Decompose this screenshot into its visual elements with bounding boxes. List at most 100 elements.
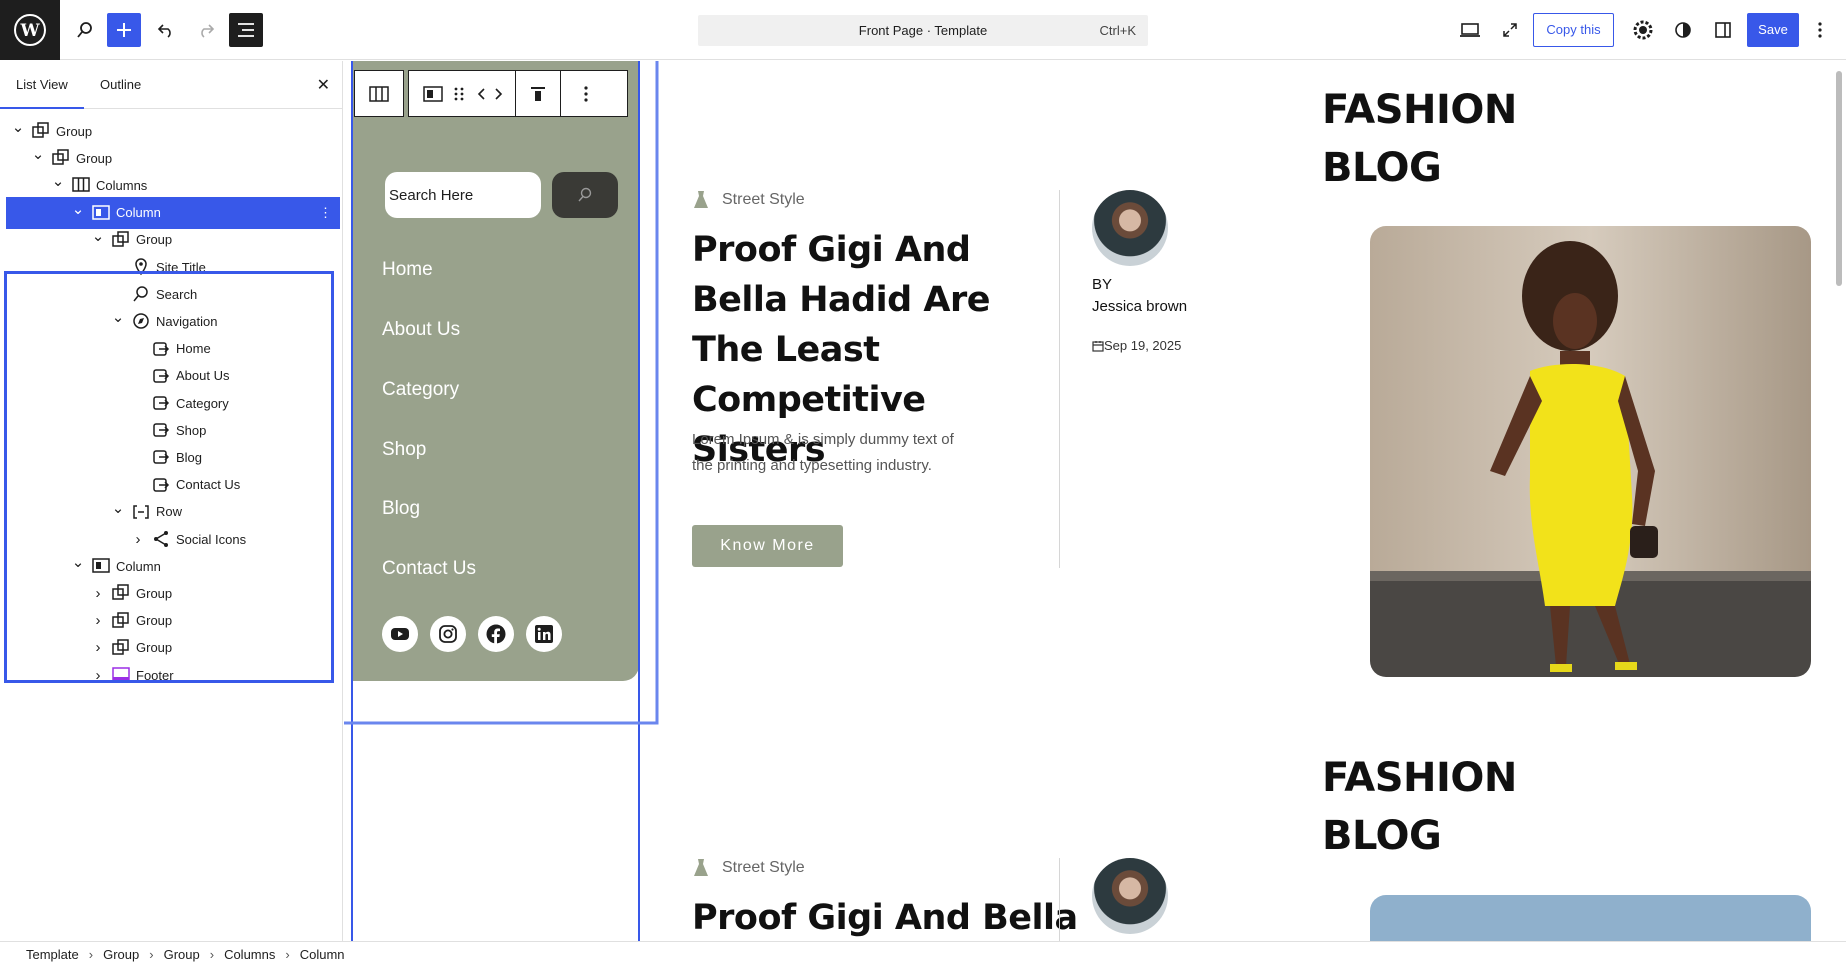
dress-icon	[694, 859, 708, 876]
post-date-row: Sep 19, 2025	[1092, 338, 1181, 353]
chevron-down-icon[interactable]: ⌄	[70, 553, 86, 571]
group-icon	[52, 149, 70, 167]
canvas-scrollbar[interactable]	[1832, 61, 1846, 941]
contrast-icon	[1675, 22, 1691, 38]
tree-item-label: Column	[116, 205, 161, 221]
breadcrumb-item[interactable]: Group	[103, 947, 139, 962]
breadcrumb-item[interactable]: Column	[300, 947, 345, 962]
breadcrumb-item[interactable]: Template	[26, 947, 79, 962]
group-icon	[112, 231, 130, 249]
plugin-button[interactable]	[1625, 12, 1661, 48]
more-vertical-icon[interactable]: ⋮	[319, 205, 332, 221]
tree-item-label: Home	[176, 341, 211, 357]
tree-item-label: Row	[156, 504, 183, 520]
list-view-sidebar: List View Outline ✕ ⌄ Group ⌄ Group ⌄ Columns…	[0, 61, 343, 941]
tree-item-label: Group	[136, 613, 173, 629]
document-overview-button[interactable]	[229, 13, 263, 47]
expand-icon	[1503, 23, 1517, 37]
post-category[interactable]: Street Style	[722, 191, 805, 209]
post-excerpt: Lorem Ipsum & is simply dummy text of th…	[692, 431, 954, 474]
chevron-down-icon[interactable]: ⌄	[70, 200, 86, 218]
tree-item-label: Group	[136, 640, 173, 656]
search-icon	[132, 285, 150, 303]
tree-item-label: About Us	[176, 368, 230, 384]
plus-icon	[117, 23, 131, 37]
link-icon	[152, 476, 170, 494]
tab-outline[interactable]: Outline	[100, 77, 141, 92]
know-more-button[interactable]: Know More	[692, 525, 843, 567]
undo-button[interactable]	[148, 12, 184, 48]
chevron-right-icon: ›	[209, 946, 215, 962]
options-button[interactable]	[1805, 12, 1835, 48]
scrollbar-thumb[interactable]	[1836, 71, 1842, 286]
tree-item-label: Contact Us	[176, 477, 241, 493]
fashion-photo	[1370, 226, 1811, 677]
save-button[interactable]: Save	[1747, 13, 1799, 47]
gear-logo-icon	[1633, 20, 1653, 40]
block-breadcrumb: Template › Group › Group › Columns › Column	[0, 941, 1846, 966]
heading-line-1: FASHION	[1322, 755, 1517, 801]
styles-button[interactable]	[1665, 12, 1701, 48]
redo-button[interactable]	[188, 12, 224, 48]
view-external-button[interactable]	[1492, 12, 1528, 48]
search-button[interactable]	[67, 12, 103, 48]
chevron-down-icon[interactable]: ⌄	[90, 227, 106, 245]
add-block-button[interactable]	[107, 13, 141, 47]
chevron-right-icon[interactable]: ›	[90, 612, 106, 629]
chevron-down-icon[interactable]: ⌄	[10, 118, 26, 136]
heading-line-1: FASHION	[1322, 87, 1517, 133]
svg-text:W: W	[19, 21, 40, 41]
command-palette-bar[interactable]: Front Page · Template Ctrl+K	[698, 15, 1148, 46]
section-heading: FASHION BLOG	[1322, 81, 1517, 197]
post2-meta-category: Street Style	[692, 858, 805, 878]
chevron-down-icon[interactable]: ⌄	[30, 145, 46, 163]
settings-sidebar-button[interactable]	[1705, 12, 1741, 48]
chevron-right-icon: ›	[88, 946, 94, 962]
column-icon	[92, 557, 110, 575]
laptop-icon	[1460, 23, 1480, 37]
tree-item-label: Group	[76, 150, 113, 166]
template-title: Front Page · Template	[858, 23, 988, 38]
close-icon[interactable]: ✕	[317, 75, 330, 94]
post2-title[interactable]: Proof Gigi And Bella	[692, 893, 1078, 941]
shortcut-hint: Ctrl+K	[1099, 23, 1136, 38]
featured-image[interactable]	[1370, 226, 1811, 677]
tree-item-label: Group	[56, 123, 93, 139]
tree-item-label: Site Title	[156, 259, 206, 275]
device-preview-button[interactable]	[1452, 12, 1488, 48]
post2-category[interactable]: Street Style	[722, 859, 805, 877]
heading-line-2: BLOG	[1322, 145, 1442, 191]
copy-this-button[interactable]: Copy this	[1533, 13, 1614, 47]
tree-item-label: Social Icons	[176, 531, 247, 547]
list-view-icon	[238, 23, 254, 37]
chevron-right-icon[interactable]: ›	[90, 585, 106, 602]
column-icon	[92, 204, 110, 222]
tree-item-label: Column	[116, 558, 161, 574]
chevron-down-icon[interactable]: ⌄	[110, 308, 126, 326]
compass-icon	[132, 312, 150, 330]
tree-row-footer[interactable]: › Footer	[0, 659, 343, 691]
author-name[interactable]: Jessica brown	[1092, 296, 1187, 318]
chevron-right-icon[interactable]: ›	[90, 639, 106, 656]
sidebar-icon	[1715, 22, 1731, 38]
editor-header: W Front Page · Template Ctrl+K Copy this…	[0, 0, 1846, 60]
breadcrumb-item[interactable]: Columns	[224, 947, 275, 962]
chevron-right-icon: ›	[149, 946, 154, 962]
chevron-right-icon[interactable]: ›	[130, 531, 146, 548]
wordpress-logo-button[interactable]: W	[0, 0, 60, 60]
tree-item-label: Search	[156, 286, 198, 302]
editor-canvas: Search Here Home About Us Category Shop …	[344, 61, 1846, 941]
columns-icon	[72, 176, 90, 194]
chevron-down-icon[interactable]: ⌄	[110, 499, 126, 517]
footer-icon	[112, 666, 130, 684]
link-icon	[152, 448, 170, 466]
tree-item-label: Category	[176, 395, 229, 411]
breadcrumb-item[interactable]: Group	[164, 947, 200, 962]
author-by: BY	[1092, 276, 1113, 293]
tree-item-label: Columns	[96, 177, 148, 193]
group-icon	[32, 122, 50, 140]
chevron-right-icon[interactable]: ›	[90, 667, 106, 684]
post2-featured-image[interactable]	[1370, 895, 1811, 941]
chevron-down-icon[interactable]: ⌄	[50, 172, 66, 190]
tab-list-view[interactable]: List View	[0, 77, 84, 109]
